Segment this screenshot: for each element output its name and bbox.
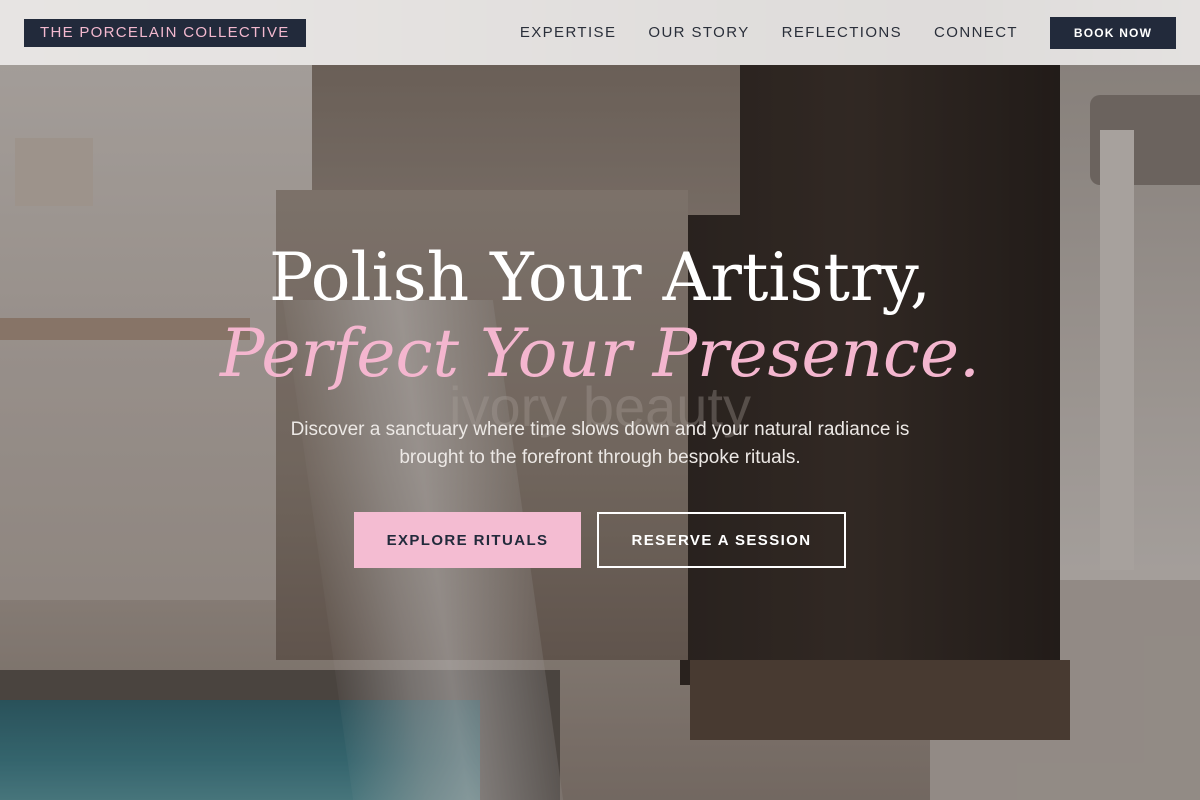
nav-link-expertise[interactable]: EXPERTISE — [520, 24, 617, 41]
hero-cta-row: EXPLORE RITUALS RESERVE A SESSION — [0, 512, 1200, 568]
hero-headline-line1: Polish Your Artistry, — [269, 239, 931, 316]
nav-menu: EXPERTISE OUR STORY REFLECTIONS CONNECT … — [520, 16, 1176, 49]
hero-headline-line2: Perfect Your Presence. — [219, 315, 981, 392]
hero-content: Polish Your Artistry, Perfect Your Prese… — [0, 240, 1200, 568]
nav-link-connect[interactable]: CONNECT — [934, 24, 1018, 41]
nav-link-reflections[interactable]: REFLECTIONS — [782, 24, 902, 41]
reserve-session-button[interactable]: RESERVE A SESSION — [597, 512, 846, 568]
explore-rituals-button[interactable]: EXPLORE RITUALS — [354, 512, 581, 568]
hero-section: ivory beauty Polish Your Artistry, Perfe… — [0, 0, 1200, 800]
brand-logo[interactable]: THE PORCELAIN COLLECTIVE — [24, 18, 306, 47]
book-now-button[interactable]: BOOK NOW — [1050, 16, 1176, 49]
hero-subtext: Discover a sanctuary where time slows do… — [290, 419, 910, 468]
nav-link-our-story[interactable]: OUR STORY — [648, 24, 749, 41]
top-navigation: THE PORCELAIN COLLECTIVE EXPERTISE OUR S… — [0, 0, 1200, 65]
